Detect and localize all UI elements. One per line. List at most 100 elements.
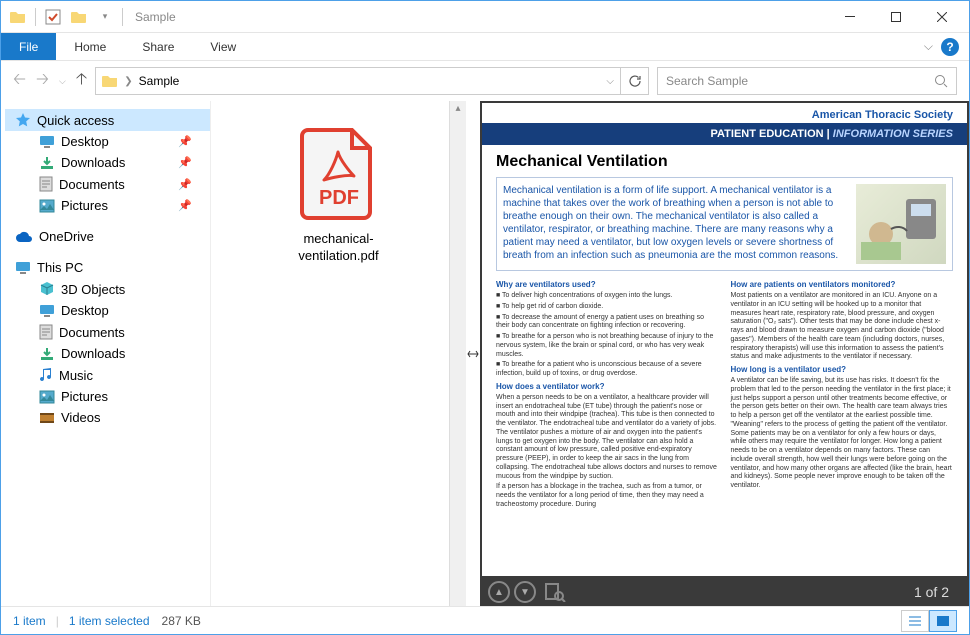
status-size: 287 KB: [162, 614, 201, 628]
doc-columns: Why are ventilators used? ■ To deliver h…: [496, 277, 953, 512]
view-thumbnails-button[interactable]: [929, 610, 957, 632]
folder-icon: [9, 8, 27, 26]
tab-share[interactable]: Share: [124, 33, 192, 60]
window-titlebar: ▾ Sample: [1, 1, 969, 33]
preview-zoom-button[interactable]: [544, 582, 566, 602]
nav-label: This PC: [37, 260, 83, 275]
search-input[interactable]: Search Sample: [657, 67, 957, 95]
preview-next-button[interactable]: ▼: [514, 581, 536, 603]
nav-label: Documents: [59, 177, 125, 192]
preview-page-indicator: 1 of 2: [914, 584, 961, 600]
pdf-file-icon: PDF: [294, 123, 384, 223]
maximize-button[interactable]: [873, 2, 919, 32]
address-dropdown-icon[interactable]: ⌵: [606, 76, 614, 87]
nav-music[interactable]: Music: [5, 364, 210, 386]
nav-onedrive[interactable]: OneDrive: [5, 226, 210, 247]
address-bar[interactable]: ❯ Sample ⌵: [95, 67, 621, 95]
preview-resize-handle[interactable]: [466, 101, 480, 606]
svg-text:PDF: PDF: [319, 187, 359, 209]
minimize-button[interactable]: [827, 2, 873, 32]
breadcrumb-segment[interactable]: Sample: [139, 74, 180, 88]
folder-icon: [102, 74, 118, 88]
pin-icon: 📌: [178, 156, 206, 169]
navigation-pane[interactable]: Quick access Desktop 📌 Downloads 📌 Docum…: [1, 101, 211, 606]
help-button[interactable]: ?: [941, 38, 959, 56]
desktop-icon: [39, 304, 55, 318]
nav-label: Pictures: [61, 389, 108, 404]
checkbox-icon[interactable]: [44, 8, 62, 26]
nav-label: Documents: [59, 325, 125, 340]
pictures-icon: [39, 199, 55, 213]
forward-button[interactable]: 🡢: [36, 68, 49, 95]
nav-pictures[interactable]: Pictures 📌: [5, 195, 210, 216]
pin-icon: 📌: [178, 178, 206, 191]
status-bar: 1 item | 1 item selected 287 KB: [1, 606, 969, 634]
doc-intro: Mechanical ventilation is a form of life…: [496, 177, 953, 271]
pin-icon: 📌: [178, 135, 206, 148]
search-icon: [934, 74, 948, 88]
ribbon: File Home Share View ⌵ ?: [1, 33, 969, 61]
file-item[interactable]: PDF mechanical-ventilation.pdf: [269, 123, 409, 265]
nav-label: Pictures: [61, 198, 108, 213]
nav-this-pc[interactable]: This PC: [5, 257, 210, 278]
back-button[interactable]: 🡠: [13, 68, 26, 95]
nav-desktop[interactable]: Desktop 📌: [5, 131, 210, 152]
doc-society: American Thoracic Society: [482, 103, 967, 123]
music-icon: [39, 367, 53, 383]
main-area: Quick access Desktop 📌 Downloads 📌 Docum…: [1, 101, 969, 606]
qat-dropdown-icon[interactable]: ▾: [96, 8, 114, 26]
nav-videos[interactable]: Videos: [5, 407, 210, 428]
refresh-button[interactable]: [621, 67, 649, 95]
search-placeholder: Search Sample: [666, 74, 748, 88]
tab-view[interactable]: View: [192, 33, 254, 60]
up-button[interactable]: 🡡: [76, 68, 88, 95]
file-list[interactable]: ▴ PDF mechanical-ventilation.pdf: [211, 101, 466, 606]
preview-document[interactable]: American Thoracic Society PATIENT EDUCAT…: [482, 103, 967, 576]
nav-label: Music: [59, 368, 93, 383]
doc-series-band: PATIENT EDUCATION | INFORMATION SERIES: [482, 123, 967, 145]
nav-label: Desktop: [61, 134, 109, 149]
recent-dropdown[interactable]: ⌵: [59, 76, 66, 87]
preview-pane: American Thoracic Society PATIENT EDUCAT…: [480, 101, 969, 606]
cloud-icon: [15, 231, 33, 243]
nav-3d-objects[interactable]: 3D Objects: [5, 278, 210, 300]
cube-icon: [39, 281, 55, 297]
preview-prev-button[interactable]: ▲: [488, 581, 510, 603]
nav-pictures-pc[interactable]: Pictures: [5, 386, 210, 407]
file-name: mechanical-ventilation.pdf: [269, 231, 409, 265]
nav-label: 3D Objects: [61, 282, 125, 297]
folder-icon[interactable]: [70, 8, 88, 26]
documents-icon: [39, 176, 53, 192]
tab-home[interactable]: Home: [56, 33, 124, 60]
nav-label: Desktop: [61, 303, 109, 318]
desktop-icon: [39, 135, 55, 149]
close-button[interactable]: [919, 2, 965, 32]
documents-icon: [39, 324, 53, 340]
pin-icon: 📌: [178, 199, 206, 212]
star-icon: [15, 112, 31, 128]
nav-downloads[interactable]: Downloads 📌: [5, 152, 210, 173]
nav-label: Quick access: [37, 113, 114, 128]
preview-toolbar: ▲ ▼ 1 of 2: [480, 578, 969, 606]
nav-documents-pc[interactable]: Documents: [5, 321, 210, 343]
chevron-right-icon[interactable]: ❯: [124, 76, 132, 87]
status-item-count: 1 item: [13, 614, 46, 628]
nav-desktop-pc[interactable]: Desktop: [5, 300, 210, 321]
doc-title: Mechanical Ventilation: [496, 153, 953, 171]
nav-label: Downloads: [61, 155, 125, 170]
doc-illustration: [856, 184, 946, 264]
nav-label: Downloads: [61, 346, 125, 361]
tab-file[interactable]: File: [1, 33, 56, 60]
nav-downloads-pc[interactable]: Downloads: [5, 343, 210, 364]
ribbon-expand-icon[interactable]: ⌵: [924, 39, 933, 54]
navigation-bar: 🡠 🡢 ⌵ 🡡 ❯ Sample ⌵ Search Sample: [1, 61, 969, 101]
nav-label: Videos: [61, 410, 101, 425]
nav-label: OneDrive: [39, 229, 94, 244]
nav-quick-access[interactable]: Quick access: [5, 109, 210, 131]
nav-documents[interactable]: Documents 📌: [5, 173, 210, 195]
pc-icon: [15, 261, 31, 275]
scrollbar[interactable]: ▴: [449, 101, 466, 606]
window-title: Sample: [135, 10, 176, 24]
view-details-button[interactable]: [901, 610, 929, 632]
videos-icon: [39, 411, 55, 425]
